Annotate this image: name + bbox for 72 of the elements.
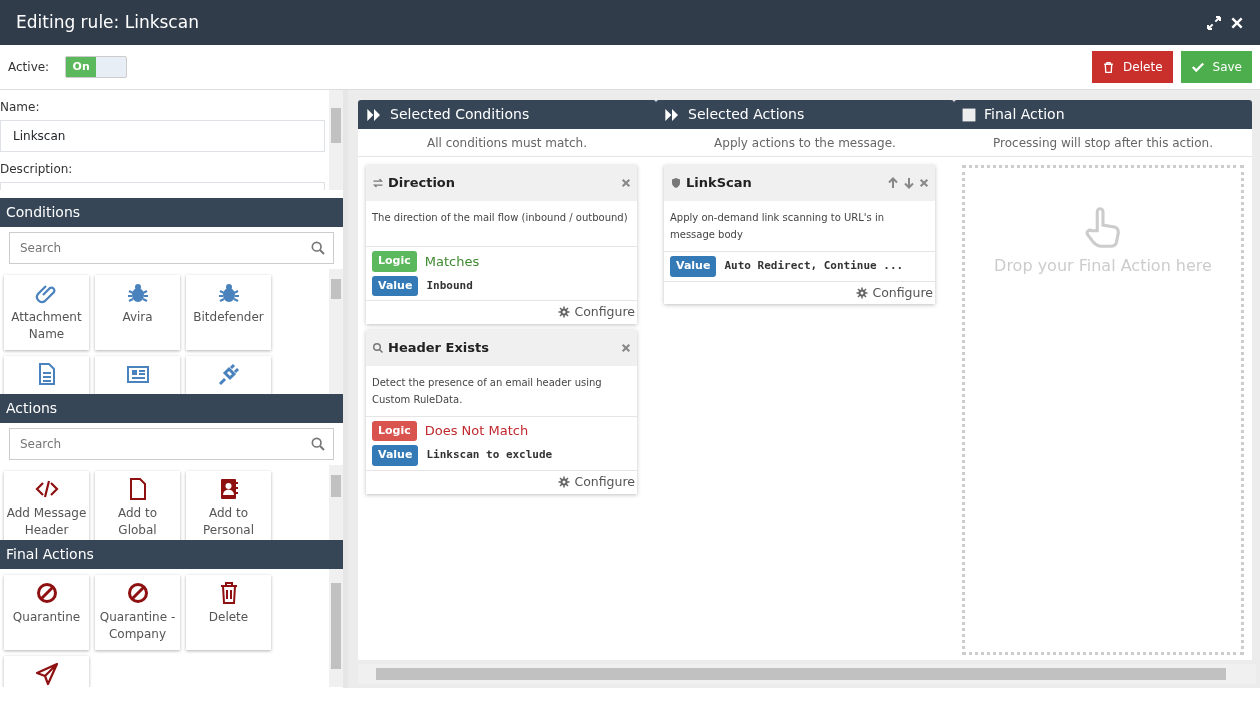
column-subtitle: Apply actions to the message. xyxy=(656,129,954,157)
card-description: Detect the presence of an email header using Custom RuleData. xyxy=(366,365,637,417)
palette-tile[interactable]: Quarantine xyxy=(4,575,89,650)
paper-plane-icon xyxy=(34,662,59,686)
logic-text: Does Not Match xyxy=(424,422,529,441)
palette-tile[interactable]: Add Message Header xyxy=(4,471,89,540)
badge: Value xyxy=(372,445,419,466)
palette-tile[interactable]: Avira xyxy=(95,275,180,350)
double-arrow-icon xyxy=(366,106,382,123)
palette-tile[interactable]: Add to Global xyxy=(95,471,180,540)
trash-icon xyxy=(1102,60,1116,74)
gear-icon xyxy=(558,306,571,319)
bug-icon xyxy=(216,281,241,305)
search-icon xyxy=(310,240,326,256)
palette-tile[interactable]: Attachment Name xyxy=(4,275,89,350)
window-title: Editing rule: Linkscan xyxy=(16,12,199,33)
card-description: Apply on-demand link scanning to URL's in message body xyxy=(664,201,935,252)
column-subtitle: All conditions must match. xyxy=(358,129,656,157)
field-label: Name: xyxy=(0,99,41,116)
palette-tile[interactable]: Bitdefender xyxy=(186,275,271,350)
prohibited-icon xyxy=(125,581,150,605)
column-header: Final Action xyxy=(954,100,1252,129)
configure-link[interactable]: Configure xyxy=(556,470,637,494)
prohibited-icon xyxy=(34,581,59,605)
badge: Value xyxy=(372,275,419,296)
badge: Value xyxy=(670,256,717,277)
bug-icon xyxy=(125,281,150,305)
column-subtitle: Processing will stop after this action. xyxy=(954,129,1252,157)
transfer-icon xyxy=(372,177,384,189)
down-arrow-icon[interactable] xyxy=(903,177,915,189)
field-label: Description: xyxy=(0,161,74,178)
search-icon xyxy=(310,436,326,452)
expand-icon[interactable] xyxy=(1206,14,1222,31)
configure-link[interactable]: Configure xyxy=(854,281,935,305)
scrollbar[interactable] xyxy=(329,269,343,394)
field-label: Active: xyxy=(8,59,50,76)
card-title: Header Exists xyxy=(388,339,490,357)
value-text: Inbound xyxy=(426,277,473,294)
section-header: Actions xyxy=(0,394,343,423)
text-field[interactable]: Linkscan xyxy=(0,120,325,152)
palette-tile[interactable]: Delete xyxy=(186,575,271,650)
badge: Logic xyxy=(372,420,417,442)
shield-icon xyxy=(670,177,682,189)
gear-icon xyxy=(558,476,571,489)
search-field[interactable]: Search xyxy=(9,232,334,264)
scrollbar[interactable] xyxy=(329,465,343,540)
delete-button[interactable]: Delete xyxy=(1092,51,1173,83)
value-text: Linkscan to exclude xyxy=(426,447,553,464)
scrollbar[interactable] xyxy=(329,90,343,190)
logic-text: Matches xyxy=(424,252,480,271)
palette-tile[interactable]: Quarantine - Company xyxy=(95,575,180,650)
plug-icon xyxy=(216,362,241,386)
double-arrow-icon xyxy=(664,106,680,123)
horizontal-scrollbar[interactable] xyxy=(358,664,1256,684)
section-header: Final Actions xyxy=(0,540,343,569)
palette-tile[interactable]: Add to Personal xyxy=(186,471,271,540)
card-title: Direction xyxy=(388,174,457,193)
column-header: Selected Actions xyxy=(656,100,954,129)
check-icon xyxy=(1190,60,1205,74)
search-field[interactable]: Search xyxy=(9,428,334,460)
configure-link[interactable]: Configure xyxy=(556,301,637,324)
column-header: Selected Conditions xyxy=(358,100,656,129)
gear-icon xyxy=(856,286,869,299)
card-description: The direction of the mail flow (inbound / outbound) xyxy=(366,201,637,247)
checkbox-icon xyxy=(962,107,976,122)
card-title: LinkScan xyxy=(686,174,753,193)
up-arrow-icon[interactable] xyxy=(887,177,899,189)
scrollbar[interactable] xyxy=(329,569,343,687)
value-text: Auto Redirect, Continue ... xyxy=(724,258,904,274)
section-header: Conditions xyxy=(0,198,343,227)
badge: Logic xyxy=(372,251,417,272)
search-icon xyxy=(372,341,384,354)
